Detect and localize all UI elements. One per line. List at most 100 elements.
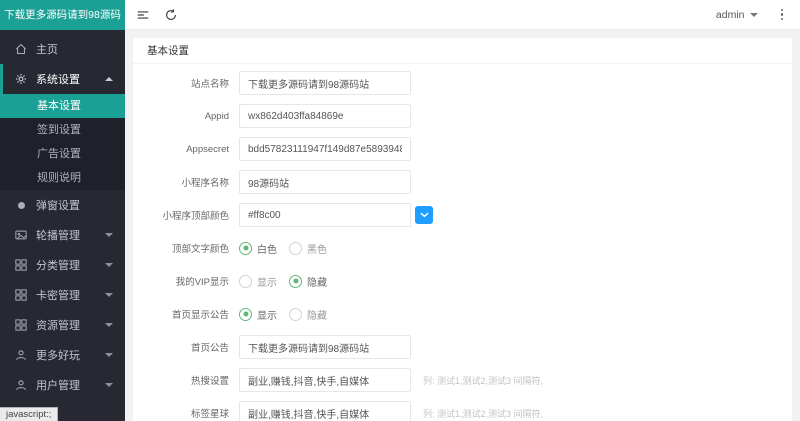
sidebar-item-home[interactable]: 主页 — [0, 34, 125, 64]
admin-username: admin — [716, 9, 745, 21]
topbar-right: admin — [716, 6, 786, 24]
chevron-down-icon — [105, 353, 113, 357]
radio-label: 白色 — [257, 241, 277, 256]
card-title: 基本设置 — [133, 38, 792, 64]
sidebar-subitem-rules[interactable]: 规则说明 — [0, 166, 125, 190]
sidebar-subitem-ad-settings[interactable]: 广告设置 — [0, 142, 125, 166]
grid-icon — [14, 258, 28, 272]
sidebar-item-popup-settings[interactable]: 弹窗设置 — [0, 190, 125, 220]
sidebar-item-user-management[interactable]: 用户管理 — [0, 370, 125, 400]
radio-icon — [239, 242, 252, 255]
radio-group: 显示 隐藏 — [239, 307, 339, 322]
more-options-icon[interactable] — [778, 6, 787, 24]
field-miniapp-name: 小程序名称 — [147, 170, 778, 194]
field-label: 小程序名称 — [147, 175, 229, 189]
chevron-down-icon — [105, 233, 113, 237]
chevron-down-icon — [750, 13, 758, 17]
field-hint: 列: 测试1,测试2,测试3 间隔符, — [423, 407, 543, 420]
grid-icon — [14, 318, 28, 332]
chevron-up-icon — [105, 77, 113, 81]
sidebar-nav: 主页 系统设置 基本设置 签到设置 广告设置 规则说明 弹窗设置 — [0, 30, 125, 421]
content: 基本设置 站点名称 Appid Appsecret — [125, 30, 800, 421]
radio-label: 隐藏 — [307, 307, 327, 322]
sidebar-item-category[interactable]: 分类管理 — [0, 250, 125, 280]
link-preview-statusbar: javascript:; — [0, 407, 58, 421]
radio-option-show[interactable]: 显示 — [239, 274, 277, 289]
field-label: Appsecret — [147, 144, 229, 155]
sidebar-item-carousel[interactable]: 轮播管理 — [0, 220, 125, 250]
radio-icon — [239, 275, 252, 288]
admin-app: 下载更多源码请到98源码 主页 系统设置 基本设置 签到设置 广告设置 规则说明 — [0, 0, 800, 421]
field-label: Appid — [147, 111, 229, 122]
radio-home-notice-display: 首页显示公告 显示 隐藏 — [147, 302, 778, 326]
home-icon — [14, 42, 28, 56]
home-notice-input[interactable] — [239, 335, 411, 359]
sidebar-item-label: 轮播管理 — [36, 227, 80, 243]
field-appid: Appid — [147, 104, 778, 128]
admin-menu[interactable]: admin — [716, 9, 758, 21]
radio-group: 显示 隐藏 — [239, 274, 339, 289]
sidebar-subitem-checkin-settings[interactable]: 签到设置 — [0, 118, 125, 142]
sidebar: 下载更多源码请到98源码 主页 系统设置 基本设置 签到设置 广告设置 规则说明 — [0, 0, 125, 421]
field-site-name: 站点名称 — [147, 71, 778, 95]
tag-planet-input[interactable] — [239, 401, 411, 421]
sidebar-item-label: 主页 — [36, 41, 58, 57]
radio-label: 显示 — [257, 274, 277, 289]
radio-vip-display: 我的VIP显示 显示 隐藏 — [147, 269, 778, 293]
sidebar-item-label: 系统设置 — [36, 71, 80, 87]
field-label: 首页公告 — [147, 340, 229, 354]
radio-option-hide[interactable]: 隐藏 — [289, 307, 327, 322]
radio-option-show[interactable]: 显示 — [239, 307, 277, 322]
field-label: 小程序顶部颜色 — [147, 208, 229, 222]
field-hot-search: 热搜设置 列: 测试1,测试2,测试3 间隔符, — [147, 368, 778, 392]
refresh-icon[interactable] — [157, 0, 185, 30]
sidebar-item-resource[interactable]: 资源管理 — [0, 310, 125, 340]
field-label: 我的VIP显示 — [147, 274, 229, 288]
radio-option-black[interactable]: 黑色 — [289, 241, 327, 256]
main-area: admin 基本设置 站点名称 Appid — [125, 0, 800, 421]
miniapp-name-input[interactable] — [239, 170, 411, 194]
radio-label: 显示 — [257, 307, 277, 322]
hot-search-input[interactable] — [239, 368, 411, 392]
sidebar-item-label: 卡密管理 — [36, 287, 80, 303]
system-settings-submenu: 基本设置 签到设置 广告设置 规则说明 — [0, 94, 125, 190]
field-label: 标签星球 — [147, 406, 229, 420]
chevron-down-icon — [105, 293, 113, 297]
radio-label: 隐藏 — [307, 274, 327, 289]
circle-icon — [14, 198, 28, 212]
sidebar-item-label: 用户管理 — [36, 377, 80, 393]
color-picker-dropdown-button[interactable] — [415, 206, 433, 224]
sidebar-subitem-basic-settings[interactable]: 基本设置 — [0, 94, 125, 118]
sidebar-item-cardkey[interactable]: 卡密管理 — [0, 280, 125, 310]
user-icon — [14, 378, 28, 392]
radio-option-hide[interactable]: 隐藏 — [289, 274, 327, 289]
app-logo[interactable]: 下载更多源码请到98源码 — [0, 0, 125, 30]
radio-icon — [289, 308, 302, 321]
sidebar-item-more-fun[interactable]: 更多好玩 — [0, 340, 125, 370]
radio-group: 白色 黑色 — [239, 241, 339, 256]
settings-form: 站点名称 Appid Appsecret 小程序名称 — [133, 64, 792, 421]
radio-label: 黑色 — [307, 241, 327, 256]
gear-icon — [14, 72, 28, 86]
collapse-sidebar-icon[interactable] — [129, 0, 157, 30]
chevron-down-icon — [420, 212, 429, 218]
field-appsecret: Appsecret — [147, 137, 778, 161]
field-top-color: 小程序顶部颜色 — [147, 203, 778, 227]
settings-card: 基本设置 站点名称 Appid Appsecret — [133, 38, 792, 421]
field-home-notice: 首页公告 — [147, 335, 778, 359]
field-tag-planet: 标签星球 列: 测试1,测试2,测试3 间隔符, — [147, 401, 778, 421]
appsecret-input[interactable] — [239, 137, 411, 161]
sidebar-item-label: 分类管理 — [36, 257, 80, 273]
field-label: 首页显示公告 — [147, 307, 229, 321]
chevron-down-icon — [105, 263, 113, 267]
grid-icon — [14, 288, 28, 302]
top-color-input[interactable] — [239, 203, 411, 227]
field-label: 顶部文字颜色 — [147, 241, 229, 255]
sidebar-item-label: 更多好玩 — [36, 347, 80, 363]
radio-option-white[interactable]: 白色 — [239, 241, 277, 256]
site-name-input[interactable] — [239, 71, 411, 95]
appid-input[interactable] — [239, 104, 411, 128]
sidebar-item-system-settings[interactable]: 系统设置 — [0, 64, 125, 94]
chevron-down-icon — [105, 323, 113, 327]
radio-icon — [289, 242, 302, 255]
